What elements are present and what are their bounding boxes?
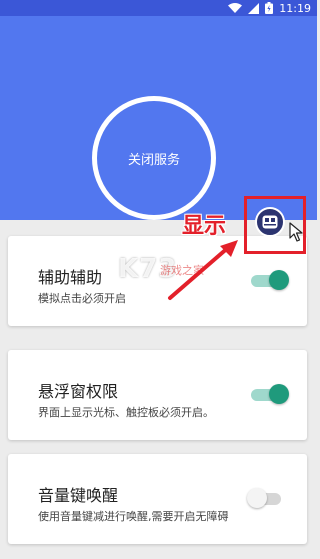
toggle-knob (247, 488, 267, 508)
volume-wake-toggle[interactable] (247, 488, 283, 510)
service-toggle-button[interactable]: 关闭服务 (92, 96, 216, 220)
toggle-knob (269, 384, 289, 404)
status-icons: 11:19 (228, 0, 311, 16)
overlay-permission-toggle[interactable] (251, 384, 289, 406)
setting-card-volume-wake: 音量键唤醒 使用音量键减进行唤醒,需要开启无障碍 (8, 454, 307, 544)
setting-title: 音量键唤醒 (38, 486, 119, 505)
annotation-label: 显示 (182, 214, 227, 239)
setting-description: 使用音量键减进行唤醒,需要开启无障碍 (38, 510, 229, 523)
annotation-arrow-icon (168, 240, 238, 300)
status-time: 11:19 (279, 1, 311, 15)
cursor-icon (289, 222, 303, 242)
status-bar: 11:19 (0, 0, 317, 16)
accessibility-toggle[interactable] (251, 270, 289, 292)
service-button-label: 关闭服务 (127, 152, 180, 168)
setting-description: 界面上显示光标、触控板必须开启。 (38, 406, 214, 419)
wifi-icon (228, 2, 243, 13)
toggle-knob (269, 270, 289, 290)
setting-title: 悬浮窗权限 (38, 382, 119, 401)
header-panel: 关闭服务 (0, 16, 317, 220)
setting-card-overlay: 悬浮窗权限 界面上显示光标、触控板必须开启。 (8, 350, 307, 440)
setting-description: 模拟点击必须开启 (38, 292, 126, 305)
battery-charging-icon (265, 2, 274, 14)
setting-title: 辅助辅助 (38, 268, 103, 287)
signal-icon (248, 2, 260, 14)
